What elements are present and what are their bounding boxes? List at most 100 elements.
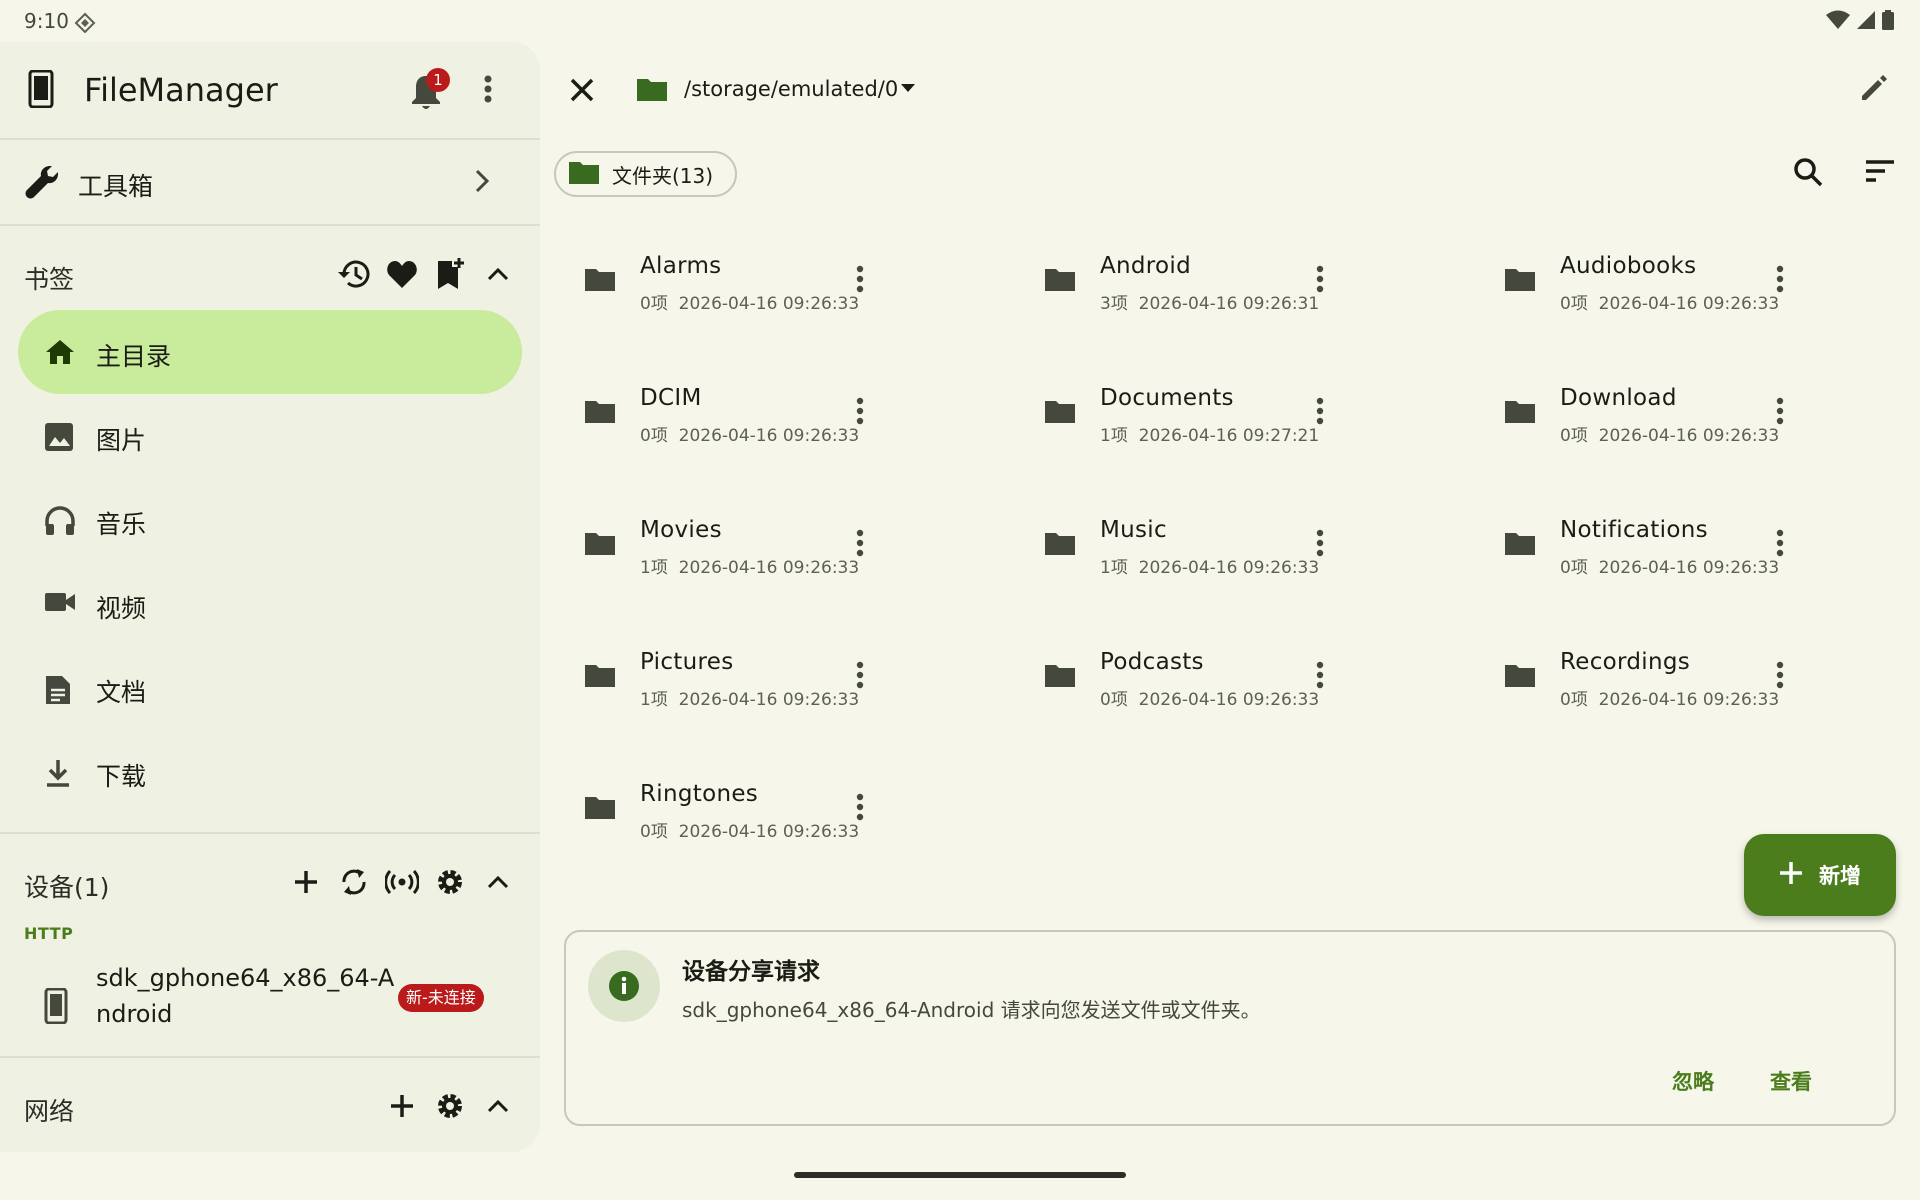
more-vert-icon[interactable] [1774,264,1786,298]
image-icon [44,422,74,456]
gesture-navigation-bar[interactable] [794,1172,1126,1178]
ignore-button[interactable]: 忽略 [1660,1058,1726,1104]
more-vert-icon[interactable] [854,396,866,430]
file-item-documents[interactable]: Documents 1项 2026-04-16 09:27:21 [1014,354,1470,486]
close-icon[interactable] [564,72,600,112]
add-bookmark-icon[interactable] [426,250,474,298]
nav-item-documents[interactable]: 文档 [18,646,522,730]
chevron-up-icon[interactable] [474,1082,522,1130]
arrow-drop-down-icon[interactable] [898,80,918,99]
bookmarks-title: 书签 [24,265,75,294]
home-icon [44,338,76,370]
drawer-header: FileManager 1 [0,42,540,138]
folder-icon [584,794,616,824]
file-name: Ringtones [640,781,759,807]
add-icon[interactable] [378,1082,426,1130]
device-item[interactable]: sdk_gphone64_x86_64-Android 新-未连接 [0,954,540,1054]
sort-icon[interactable] [1864,158,1896,188]
status-icons [1826,10,1894,34]
toolbox-row[interactable]: 工具箱 [0,140,540,224]
folder-icon [584,530,616,560]
nav-item-images[interactable]: 图片 [18,394,522,478]
nav-item-downloads[interactable]: 下载 [18,730,522,814]
more-vert-icon[interactable] [1314,528,1326,562]
more-vert-icon[interactable] [1314,396,1326,430]
wifi-icon [1826,10,1850,34]
file-item-notifications[interactable]: Notifications 0项 2026-04-16 09:26:33 [1474,486,1920,618]
file-item-ringtones[interactable]: Ringtones 0项 2026-04-16 09:26:33 [554,750,1010,882]
file-name: Movies [640,517,722,543]
history-icon[interactable] [330,250,378,298]
nav-item-video[interactable]: 视频 [18,562,522,646]
file-name: Audiobooks [1560,253,1697,279]
file-meta: 1项 2026-04-16 09:27:21 [1100,426,1320,446]
new-item-fab-button[interactable]: 新增 [1744,834,1896,916]
file-name: Recordings [1560,649,1691,675]
more-vert-icon[interactable] [1314,264,1326,298]
more-vert-icon[interactable] [854,660,866,694]
file-item-dcim[interactable]: DCIM 0项 2026-04-16 09:26:33 [554,354,1010,486]
chevron-up-icon[interactable] [474,250,522,298]
nav-item-music[interactable]: 音乐 [18,478,522,562]
info-icon [588,950,660,1022]
nav-item-label: 图片 [96,426,147,455]
file-item-movies[interactable]: Movies 1项 2026-04-16 09:26:33 [554,486,1010,618]
current-path[interactable]: /storage/emulated/0 [684,77,898,101]
file-item-pictures[interactable]: Pictures 1项 2026-04-16 09:26:33 [554,618,1010,750]
toolbox-label: 工具箱 [78,172,154,201]
file-meta: 0项 2026-04-16 09:26:33 [640,426,860,446]
more-vert-icon[interactable] [854,528,866,562]
more-vert-icon[interactable] [482,74,494,108]
more-vert-icon[interactable] [1774,528,1786,562]
add-icon[interactable] [282,858,330,906]
file-meta: 0项 2026-04-16 09:26:33 [640,822,860,842]
nav-item-home[interactable]: 主目录 [18,310,522,394]
file-item-recordings[interactable]: Recordings 0项 2026-04-16 09:26:33 [1474,618,1920,750]
folder-icon [1504,398,1536,428]
folder-count-chip[interactable]: 文件夹(13) [554,151,738,197]
folder-icon [568,159,600,190]
devices-title: 设备(1) [24,873,110,902]
file-browser: /storage/emulated/0 文件夹(13) Alarms 0项 20… [540,42,1920,1152]
file-name: Podcasts [1100,649,1204,675]
file-item-alarms[interactable]: Alarms 0项 2026-04-16 09:26:33 [554,222,1010,354]
gear-icon[interactable] [426,858,474,906]
file-item-music[interactable]: Music 1项 2026-04-16 09:26:33 [1014,486,1470,618]
search-icon[interactable] [1792,156,1824,192]
folder-icon [1044,662,1076,692]
folder-count-label: 文件夹(13) [612,163,714,188]
gear-icon[interactable] [426,1082,474,1130]
file-name: Notifications [1560,517,1708,543]
broadcast-icon[interactable] [378,858,426,906]
more-vert-icon[interactable] [854,264,866,298]
chevron-up-icon[interactable] [474,858,522,906]
share-request-message: sdk_gphone64_x86_64-Android 请求向您发送文件或文件夹… [682,998,1261,1022]
sync-icon[interactable] [330,858,378,906]
folder-icon [584,398,616,428]
nav-item-label: 文档 [96,678,147,707]
app-title: FileManager [84,71,278,109]
nav-item-label: 视频 [96,594,147,623]
file-item-podcasts[interactable]: Podcasts 0项 2026-04-16 09:26:33 [1014,618,1470,750]
file-item-android[interactable]: Android 3项 2026-04-16 09:26:31 [1014,222,1470,354]
file-meta: 0项 2026-04-16 09:26:33 [640,294,860,314]
phone-icon [26,69,56,112]
network-actions [378,1082,522,1130]
file-meta: 3项 2026-04-16 09:26:31 [1100,294,1320,314]
add-icon [1779,861,1803,890]
file-name: Pictures [640,649,734,675]
favorite-heart-icon[interactable] [378,250,426,298]
folder-icon [636,76,668,106]
edit-pencil-icon[interactable] [1858,72,1890,108]
video-icon [44,590,76,618]
more-vert-icon[interactable] [1774,660,1786,694]
more-vert-icon[interactable] [1314,660,1326,694]
file-item-audiobooks[interactable]: Audiobooks 0项 2026-04-16 09:26:33 [1474,222,1920,354]
view-button[interactable]: 查看 [1758,1058,1824,1104]
folder-icon [1044,398,1076,428]
file-name: Music [1100,517,1167,543]
file-item-download[interactable]: Download 0项 2026-04-16 09:26:33 [1474,354,1920,486]
more-vert-icon[interactable] [1774,396,1786,430]
file-name: Android [1100,253,1192,279]
more-vert-icon[interactable] [854,792,866,826]
